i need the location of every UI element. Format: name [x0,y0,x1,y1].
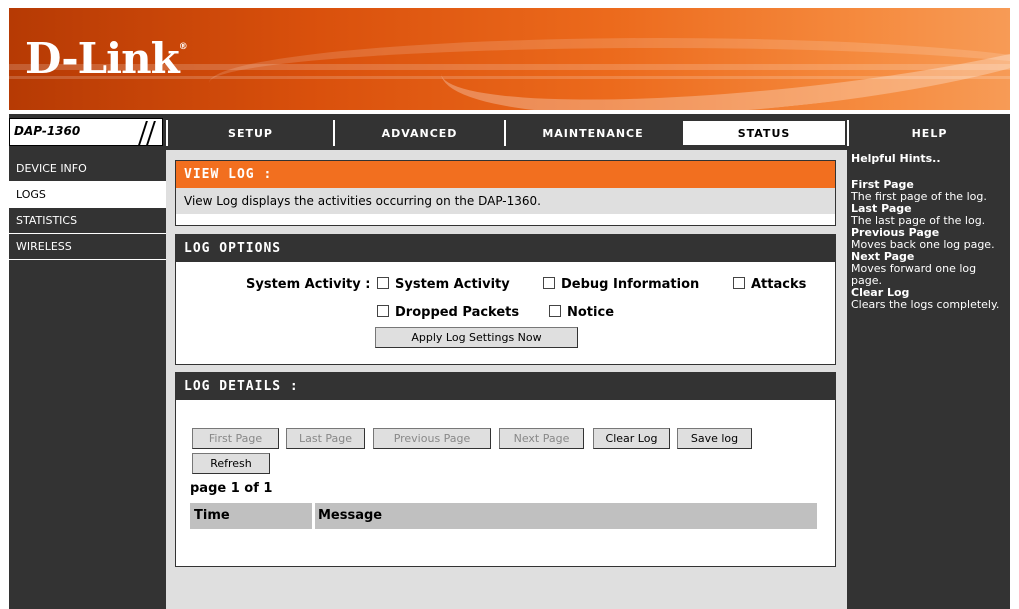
clear-log-button[interactable]: Clear Log [593,428,670,449]
checkbox-label: Notice [567,305,615,320]
column-message: Message [318,508,383,523]
sidebar-item-statistics[interactable]: STATISTICS [9,208,166,234]
view-log-section: VIEW LOG : View Log displays the activit… [175,160,836,226]
view-log-description: View Log displays the activities occurri… [176,188,835,214]
header-banner: D-Link® [9,8,1010,110]
checkbox-attacks[interactable]: Attacks [733,277,806,292]
help-title: Helpful Hints.. [851,152,941,165]
checkbox-notice[interactable]: Notice [549,305,614,320]
tab-help[interactable]: HELP [847,120,1010,146]
sidebar-item-logs[interactable]: LOGS [9,182,166,208]
save-log-button[interactable]: Save log [677,428,752,449]
tab-maintenance[interactable]: MAINTENANCE [504,120,680,146]
checkbox-box[interactable] [733,277,745,289]
section-title: LOG OPTIONS [176,235,835,262]
log-options-section: LOG OPTIONS System Activity : System Act… [175,234,836,365]
refresh-button[interactable]: Refresh [192,453,270,474]
checkbox-system-activity[interactable]: System Activity [377,277,510,292]
checkbox-box[interactable] [543,277,555,289]
log-table-header: Time Message [190,503,817,529]
checkbox-label: System Activity [395,277,510,292]
main-content: VIEW LOG : View Log displays the activit… [166,150,847,609]
checkbox-label: Debug Information [561,277,700,292]
section-title: VIEW LOG : [176,161,835,188]
next-page-button[interactable]: Next Page [499,428,584,449]
slash-decoration [146,121,156,145]
checkbox-box[interactable] [377,277,389,289]
hint-text: Moves forward one log page. [851,262,977,287]
last-page-button[interactable]: Last Page [286,428,365,449]
sidebar-item-device-info[interactable]: DEVICE INFO [9,156,166,182]
apply-log-settings-button[interactable]: Apply Log Settings Now [375,327,578,348]
column-time: Time [194,508,230,523]
checkbox-box[interactable] [377,305,389,317]
log-details-section: LOG DETAILS : First Page Last Page Previ… [175,372,836,567]
help-panel: Helpful Hints.. First Page The first pag… [847,150,1010,609]
tab-advanced[interactable]: ADVANCED [333,120,504,146]
header-swoosh [209,38,1010,110]
system-activity-label: System Activity : [246,277,371,292]
checkbox-box[interactable] [549,305,561,317]
top-nav-bar: DAP-1360 SETUP ADVANCED MAINTENANCE STAT… [9,114,1010,150]
tab-setup[interactable]: SETUP [166,120,333,146]
registered-mark: ® [178,42,188,52]
checkbox-label: Dropped Packets [395,305,520,320]
section-title: LOG DETAILS : [176,373,835,400]
checkbox-label: Attacks [751,277,807,292]
page-indicator: page 1 of 1 [190,481,273,496]
logo-text: D-Link [25,34,180,83]
first-page-button[interactable]: First Page [192,428,279,449]
hint-text: Clears the logs completely. [851,298,1000,311]
model-badge: DAP-1360 [9,118,163,146]
left-sidebar: DEVICE INFO LOGS STATISTICS WIRELESS [9,150,166,609]
sidebar-item-wireless[interactable]: WIRELESS [9,234,166,260]
dlink-logo: D-Link® [25,34,188,83]
tab-status[interactable]: STATUS [682,120,846,146]
checkbox-dropped-packets[interactable]: Dropped Packets [377,305,519,320]
column-divider [312,503,315,529]
previous-page-button[interactable]: Previous Page [373,428,491,449]
checkbox-debug-information[interactable]: Debug Information [543,277,699,292]
model-label: DAP-1360 [14,124,81,138]
